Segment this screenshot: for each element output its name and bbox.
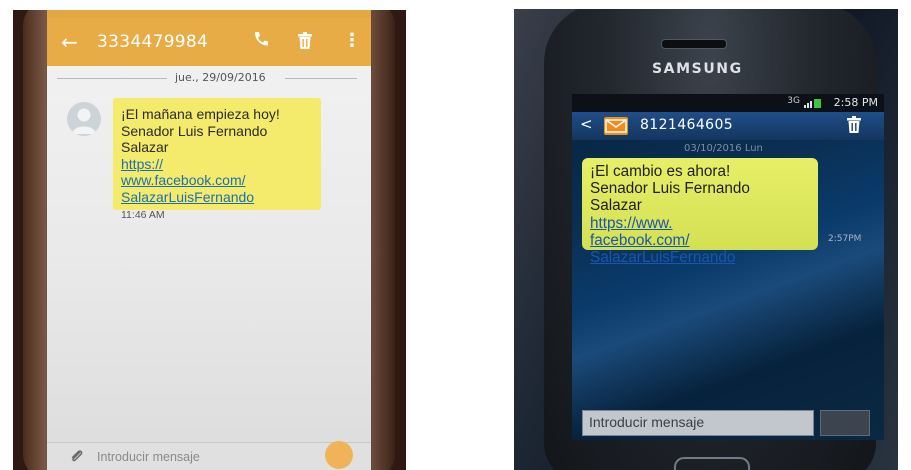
contact-number: 3334479984 <box>97 32 209 52</box>
link-line: https:// <box>121 155 164 172</box>
status-bar <box>47 10 371 18</box>
link-line: facebook.com/ <box>590 231 690 249</box>
date-separator: jue., 29/09/2016 <box>57 70 357 86</box>
left-phone-screen: ← 3334479984 ⋮ jue., 29/09/2016 ¡El maña… <box>47 10 371 470</box>
message-input-placeholder[interactable]: Introducir mensaje <box>97 450 200 464</box>
more-options-icon[interactable]: ⋮ <box>343 30 361 51</box>
conversation-header: < 8121464605 <box>572 112 884 140</box>
message-time: 2:57PM <box>828 234 862 244</box>
conversation-date: jue., 29/09/2016 <box>175 71 266 84</box>
brand-logo: SAMSUNG <box>652 61 743 77</box>
message-icon <box>604 117 628 135</box>
trash-icon[interactable] <box>297 32 313 54</box>
right-phone-photo: SAMSUNG 3G 2:58 PM < 8121464605 03/10/20… <box>514 9 898 470</box>
earpiece <box>661 39 727 49</box>
message-bubble[interactable]: ¡El cambio es ahora! Senador Luis Fernan… <box>582 158 818 266</box>
send-icon[interactable] <box>325 441 353 469</box>
link-line: SalazarLuisFernando <box>590 249 736 267</box>
attachment-icon[interactable] <box>69 449 85 469</box>
right-phone-screen: 3G 2:58 PM < 8121464605 03/10/2016 Lun ¡… <box>572 94 884 440</box>
message-input-bar[interactable]: Introducir mensaje <box>47 441 371 470</box>
message-link[interactable]: https://www. facebook.com/ SalazarLuisFe… <box>590 215 735 266</box>
contact-number: 8121464605 <box>640 117 734 133</box>
link-line: https://www. <box>590 214 673 232</box>
contact-avatar-icon[interactable] <box>67 102 101 136</box>
back-arrow-icon[interactable]: < <box>580 115 593 133</box>
message-input-bar[interactable]: Introducir mensaje <box>582 410 814 436</box>
network-indicator: 3G <box>787 96 800 106</box>
link-line: SalazarLuisFernando <box>121 188 255 205</box>
message-input-placeholder[interactable]: Introducir mensaje <box>589 414 704 430</box>
message-link[interactable]: https:// www.facebook.com/ SalazarLuisFe… <box>121 156 254 205</box>
home-button[interactable] <box>674 457 750 470</box>
status-time: 2:58 PM <box>833 96 878 109</box>
link-line: www.facebook.com/ <box>121 172 246 188</box>
message-time: 11:46 AM <box>121 209 165 221</box>
message-text: ¡El mañana empieza hoy! Senador Luis Fer… <box>121 106 280 155</box>
trash-icon[interactable] <box>846 116 862 138</box>
conversation-date: 03/10/2016 Lun <box>684 143 763 154</box>
message-text: ¡El cambio es ahora! Senador Luis Fernan… <box>590 163 750 215</box>
status-bar: 3G 2:58 PM <box>572 94 884 112</box>
back-arrow-icon[interactable]: ← <box>61 30 78 54</box>
signal-icon <box>804 98 822 111</box>
left-phone-photo: ← 3334479984 ⋮ jue., 29/09/2016 ¡El maña… <box>13 10 406 470</box>
message-bubble[interactable]: ¡El mañana empieza hoy! Senador Luis Fer… <box>113 98 321 221</box>
send-icon[interactable] <box>820 410 870 436</box>
phone-icon[interactable] <box>252 30 270 52</box>
conversation-header: ← 3334479984 ⋮ <box>47 18 371 66</box>
